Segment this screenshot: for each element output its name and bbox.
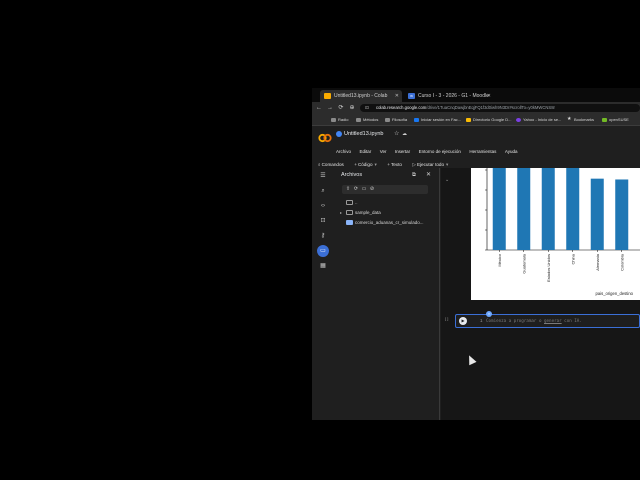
menu-herramientas[interactable]: Herramientas (469, 148, 496, 156)
secrets-key-icon[interactable]: ⚷ (317, 230, 329, 242)
tab-strip: Untitled13.ipynb - Colab ✕ W Curso I - 3… (312, 88, 640, 102)
close-tab-icon[interactable]: ✕ (395, 90, 399, 102)
search-icon: ⌕ (318, 162, 321, 167)
browser-toolbar: ← → ⟳ ⊕ ⊡ colab.research.google.com/driv… (312, 102, 640, 114)
facebook-icon (414, 118, 419, 122)
drive-icon (466, 118, 471, 122)
x-axis-label: pais_origen_destino (596, 291, 634, 296)
url-host: colab.research.google.com (376, 105, 427, 110)
plus-icon: + (354, 162, 357, 167)
mount-drive-icon[interactable]: ⊘ (368, 185, 376, 194)
table-of-contents-icon[interactable]: ☰ (317, 170, 329, 182)
chart-output: México Guatemala Estados Unidos China Aleman… (471, 168, 640, 300)
forward-icon[interactable]: → (325, 102, 335, 114)
back-icon[interactable]: ← (314, 102, 324, 114)
command-bar: ⌕Comandos +Código ▾ +Texto ▷Ejecutar todo… (318, 153, 454, 167)
file-row-csv[interactable]: comercio_aduanas_cr_simulado... (340, 218, 424, 228)
bookmark-filosofia[interactable]: Filosofía (385, 114, 407, 126)
menu-bar: Archivo Editar Ver Insertar Entorno de e… (336, 140, 522, 154)
new-folder-icon[interactable]: ▭ (360, 185, 368, 194)
plus-icon: + (387, 162, 390, 167)
close-tab-icon[interactable]: ✕ (487, 90, 491, 102)
colab-logo-icon[interactable] (318, 133, 332, 143)
bookmark-yahoo[interactable]: Yahoo - Inicio de se... (516, 114, 561, 126)
close-icon[interactable]: ✕ (426, 171, 431, 179)
files-toolbar: ⇪ ⟳ ▭ ⊘ (342, 185, 428, 194)
bookmark-facebook[interactable]: Iniciar sesión en Fac... (414, 114, 461, 126)
bookmark-radio[interactable]: Radio (331, 114, 348, 126)
notebook-title[interactable]: Untitled13.ipynb (336, 130, 383, 138)
opensuse-icon (602, 118, 607, 122)
x-tick-label: Guatemala (521, 253, 526, 273)
chart-bar (615, 179, 629, 250)
variables-icon[interactable]: ⊡ (317, 215, 329, 227)
chevron-down-icon[interactable]: ▾ (375, 162, 377, 167)
star-icon: ★ (567, 116, 572, 122)
folder-icon (356, 118, 361, 122)
moodle-favicon-icon: W (408, 93, 415, 99)
refresh-icon[interactable]: ⟳ (352, 185, 360, 194)
bookmark-bookmarks[interactable]: ★ Bookmarks (567, 114, 594, 126)
folder-icon (331, 118, 336, 122)
drive-icon (336, 131, 342, 137)
data-table-icon[interactable]: ▦ (317, 260, 329, 272)
tab-colab[interactable]: Untitled13.ipynb - Colab ✕ (320, 90, 402, 102)
folder-icon (346, 200, 353, 205)
bookmark-metodos[interactable]: Métodos (356, 114, 378, 126)
play-icon: ▷ (412, 162, 416, 167)
generate-link[interactable]: generar (544, 318, 562, 323)
tab-label: Curso I - 3 - 2026 - G1 - Moodle (418, 93, 489, 99)
chevron-down-icon[interactable]: ▾ (446, 162, 448, 167)
x-tick-label: China (570, 253, 575, 264)
chart-bar (590, 178, 604, 250)
chart-bar (492, 168, 506, 250)
file-row-sample-data[interactable]: ▸ sample_data (340, 208, 381, 218)
tab-label: Untitled13.ipynb - Colab (334, 93, 388, 99)
cloud-icon[interactable]: ☁ (402, 130, 407, 138)
upload-icon[interactable]: ⇪ (344, 185, 352, 194)
lock-icon: ⊡ (365, 105, 369, 110)
colab-favicon-icon (324, 93, 331, 99)
files-panel-title: Archivos (341, 172, 363, 178)
search-replace-icon[interactable]: ⌕ (317, 185, 329, 197)
address-bar[interactable]: ⊡ colab.research.google.com/drive/1TuaCn… (360, 104, 640, 112)
open-in-window-icon[interactable]: ⧉ (412, 171, 416, 179)
files-folder-icon[interactable]: ▭ (317, 245, 329, 257)
site-info-icon[interactable]: ⊕ (347, 102, 357, 114)
chart-bar (566, 168, 580, 250)
menu-ayuda[interactable]: Ayuda (505, 148, 518, 156)
bookmark-google-drive[interactable]: Directorio Google D... (466, 114, 511, 126)
notebook-area: ⌄ México Guatemala Estados Unidos China Alem… (441, 168, 640, 420)
bookmarks-bar: Radio Métodos Filosofía Iniciar sesión e… (312, 114, 640, 126)
code-cell[interactable]: ✦ ▶ 1 Comienza a programar o generar con… (455, 311, 640, 328)
x-tick-label: Alemania (595, 253, 600, 270)
files-panel: Archivos ⧉ ✕ ⇪ ⟳ ▭ ⊘ .. ▸ sample_data com… (334, 168, 440, 420)
bar-chart: México Guatemala Estados Unidos China Aleman… (485, 168, 640, 296)
left-rail: ☰ ⌕ ‹› ⊡ ⚷ ▭ ▦ (312, 168, 334, 420)
colab-header: Untitled13.ipynb ☆ ☁ Archivo Editar Ver … (312, 127, 640, 167)
star-icon[interactable]: ☆ (394, 130, 399, 138)
code-snippets-icon[interactable]: ‹› (317, 200, 329, 212)
line-number: 1 (480, 318, 483, 323)
x-tick-label: Estados Unidos (546, 254, 551, 282)
folder-icon (385, 118, 390, 122)
yahoo-icon (516, 118, 521, 122)
run-cell-button[interactable]: ▶ (459, 317, 467, 325)
bookmark-opensuse[interactable]: openSUSE (602, 114, 629, 126)
url-path: /drive/1TuaCnqDawjbnEqjFQ1f3d0iwh9N3Dr#s… (426, 105, 555, 110)
code-placeholder[interactable]: Comienza a programar o generar con IA. (486, 315, 582, 327)
chart-bar (541, 168, 555, 250)
x-tick-label: Colombia (619, 253, 624, 271)
file-row-parent[interactable]: .. (340, 198, 358, 208)
x-tick-label: México (497, 253, 502, 266)
reload-icon[interactable]: ⟳ (336, 102, 346, 114)
csv-file-icon (346, 220, 353, 225)
folder-icon (346, 210, 353, 215)
chart-bar (517, 168, 531, 250)
chevron-down-icon[interactable]: ⌄ (445, 177, 449, 183)
cell-execution-count: [ ] (445, 316, 449, 321)
tab-moodle[interactable]: W Curso I - 3 - 2026 - G1 - Moodle ✕ (404, 90, 494, 102)
browser-window: Untitled13.ipynb - Colab ✕ W Curso I - 3… (312, 88, 640, 420)
